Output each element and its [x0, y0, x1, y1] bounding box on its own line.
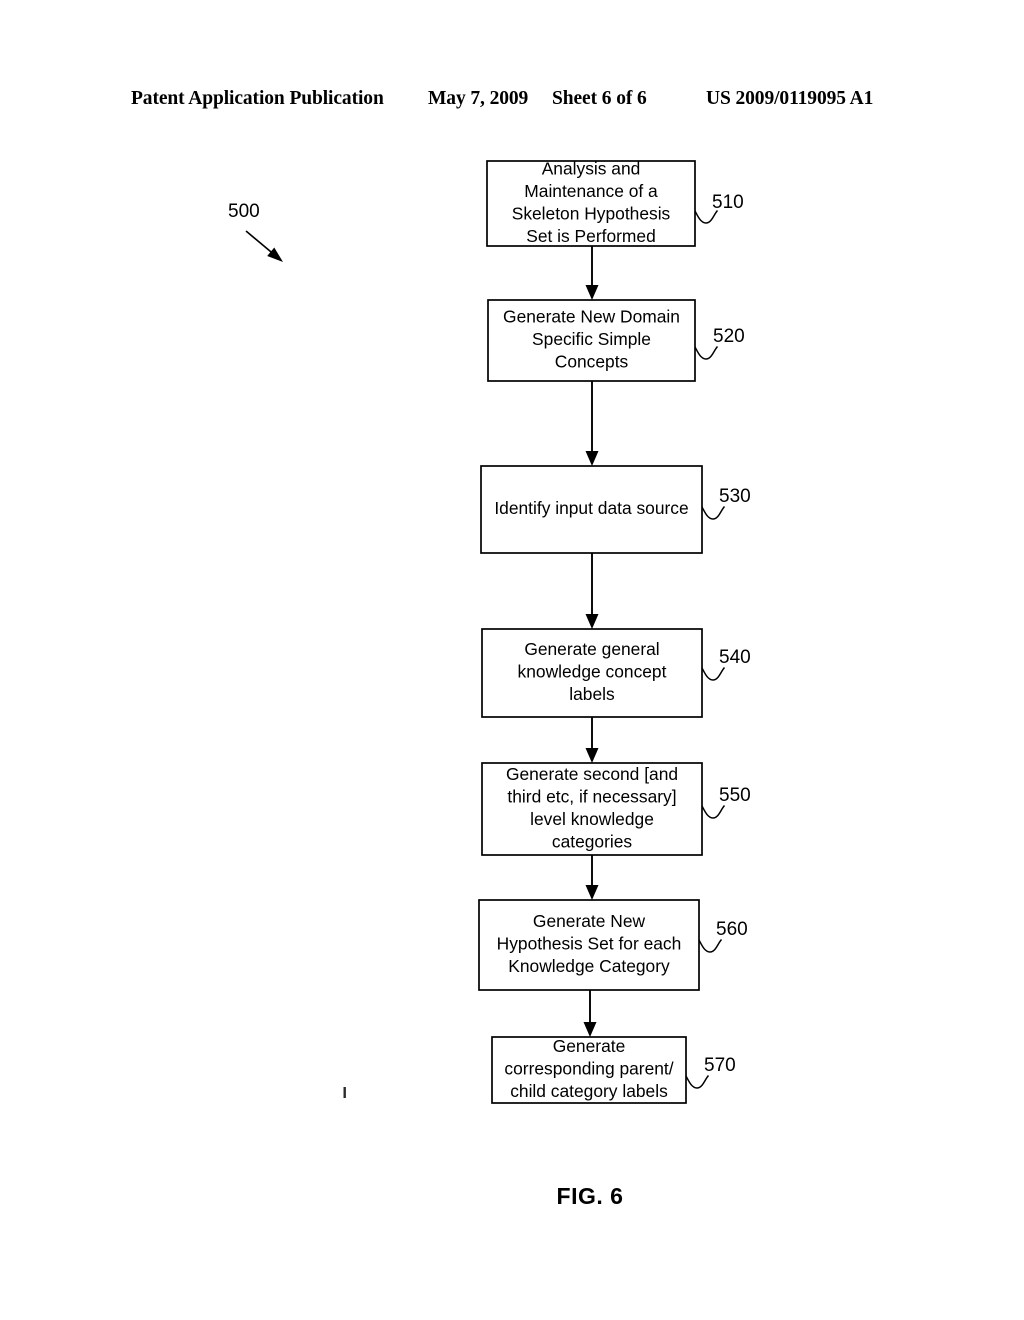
flow-connector-530-to-540	[585, 553, 599, 629]
flow-connector-510-to-520	[585, 246, 599, 300]
flow-nodes-layer: Analysis and Maintenance of aSkeleton Hyp…	[478, 158, 703, 1104]
flow-connector-520-to-530	[585, 381, 599, 466]
connector-arrowhead	[585, 748, 599, 763]
leader-squiggle	[694, 346, 719, 360]
flow-node-570: Generate corresponding parent/child categ…	[491, 1036, 687, 1104]
scan-speck	[343, 1087, 346, 1098]
flow-node-text-line: labels	[569, 684, 615, 704]
connector-arrowhead	[585, 885, 599, 900]
flow-connector-560-to-570	[583, 990, 597, 1037]
flow-node-text-line: Generate New	[533, 911, 646, 931]
reference-numeral-text: 570	[704, 1055, 736, 1076]
diagram-pointer-shaft	[245, 230, 275, 255]
flow-node-560: Generate New Hypothesis Set for eachKnowl…	[478, 899, 700, 991]
figure-caption-text: FIG. 6	[557, 1183, 624, 1209]
reference-numeral-540: 540	[701, 647, 751, 681]
flow-connector-540-to-550	[585, 717, 599, 763]
connector-arrowhead	[585, 614, 599, 629]
reference-numeral-570: 570	[685, 1055, 736, 1089]
reference-numeral-text: 510	[712, 192, 744, 213]
reference-numeral-text: 550	[719, 785, 751, 806]
flow-node-text-line: Concepts	[555, 352, 629, 372]
connector-arrowhead	[583, 1022, 597, 1037]
leader-squiggle	[701, 667, 726, 681]
flow-node-text-line: corresponding parent/	[504, 1059, 673, 1079]
flow-node-text-line: Hypothesis Set for each	[497, 934, 682, 954]
scan-artifact-layer	[343, 1087, 346, 1098]
flow-node-530: Identify input data source	[480, 465, 703, 554]
leader-squiggle	[701, 506, 726, 520]
flow-node-text-line: Knowledge Category	[508, 956, 670, 976]
flow-connector-550-to-560	[585, 855, 599, 900]
leader-squiggle	[685, 1075, 710, 1089]
diagram-reference-label: 500	[228, 201, 260, 222]
reference-numeral-510: 510	[694, 192, 744, 224]
reference-numeral-520: 520	[694, 326, 745, 360]
flow-node-text-line: categories	[552, 831, 633, 851]
flow-node-540: Generate general knowledge conceptlabels	[481, 628, 703, 718]
reference-numeral-550: 550	[701, 785, 751, 819]
reference-numeral-560: 560	[698, 919, 748, 953]
reference-numeral-text: 560	[716, 919, 748, 940]
flow-node-520: Generate New DomainSpecific Simple Concep…	[487, 299, 696, 382]
flow-node-text-line: Specific Simple	[532, 329, 651, 349]
patent-drawing-page: Patent Application Publication May 7, 20…	[0, 0, 1024, 1320]
flow-node-text-line: Identify input data source	[494, 498, 688, 518]
flow-node-text-line: Generate second [and	[506, 764, 678, 784]
flow-node-510: Analysis and Maintenance of aSkeleton Hyp…	[486, 158, 696, 247]
diagram-pointer-500: 500	[228, 201, 283, 262]
flow-node-text-line: Generate general	[524, 639, 659, 659]
reference-numeral-text: 520	[713, 326, 745, 347]
figure-caption-layer: FIG. 6	[557, 1183, 624, 1209]
flow-node-text-line: level knowledge	[530, 809, 654, 829]
reference-numeral-530: 530	[701, 486, 751, 520]
flow-node-550: Generate second [andthird etc, if necess…	[481, 762, 703, 856]
diagram-pointer-arrowhead	[267, 247, 283, 262]
flow-node-text-line: third etc, if necessary]	[507, 786, 676, 806]
reference-numeral-text: 530	[719, 486, 751, 507]
leader-squiggle	[698, 939, 723, 953]
flowchart-figure: Analysis and Maintenance of aSkeleton Hyp…	[228, 158, 751, 1209]
diagram-pointer-layer: 500	[228, 201, 283, 262]
flow-node-text-line: Analysis and	[542, 158, 641, 178]
flow-node-text-line: Set is Performed	[526, 226, 656, 246]
leader-squiggle	[701, 805, 726, 819]
flow-node-text-line: Generate	[553, 1036, 626, 1056]
flow-node-text-line: knowledge concept	[518, 662, 667, 682]
flow-node-text-line: Generate New Domain	[503, 307, 680, 327]
connector-arrowhead	[585, 451, 599, 466]
reference-numeral-text: 540	[719, 647, 751, 668]
connector-arrowhead	[585, 285, 599, 300]
flow-node-text-line: child category labels	[510, 1081, 668, 1101]
flow-node-text-line: Maintenance of a	[524, 181, 658, 201]
flow-node-text-line: Skeleton Hypothesis	[512, 203, 671, 223]
